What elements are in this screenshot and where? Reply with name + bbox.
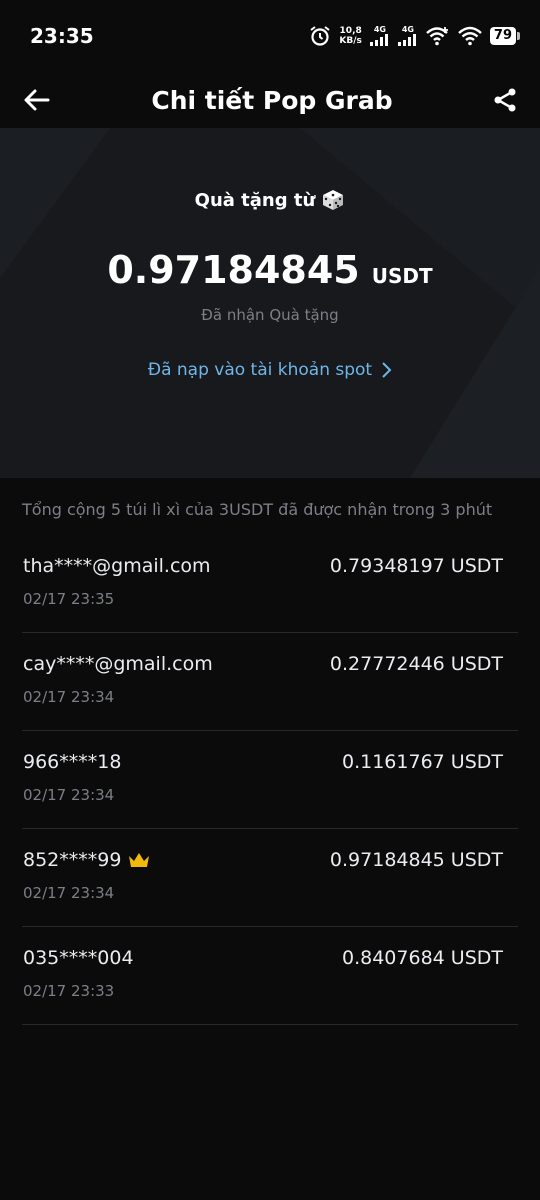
claimer-id: 035****004 bbox=[23, 947, 134, 969]
claimer-id: 852****99 bbox=[23, 849, 122, 871]
claimer-name: cay****@gmail.com bbox=[23, 653, 213, 675]
alarm-icon bbox=[310, 26, 331, 46]
claimer-id: 966****18 bbox=[23, 751, 122, 773]
claim-list: tha****@gmail.com 0.79348197 USDT 02/17 … bbox=[0, 519, 540, 1025]
claim-amount: 0.97184845 USDT bbox=[329, 849, 503, 871]
claimer-name: tha****@gmail.com bbox=[23, 555, 211, 577]
claimer-id: cay****@gmail.com bbox=[23, 653, 213, 675]
gift-from-label: Quà tặng từ bbox=[194, 189, 316, 211]
gift-amount: 0.97184845 bbox=[107, 248, 360, 292]
claimer-id: tha****@gmail.com bbox=[23, 555, 211, 577]
list-item: 852****99 0.97184845 USDT 02/17 23:34 bbox=[22, 829, 518, 927]
status-bar: 23:35 10,8 KB/s 4G 4G 79 bbox=[0, 0, 540, 72]
claim-summary: Tổng cộng 5 túi lì xì của 3USDT đã được … bbox=[22, 500, 493, 519]
signal-4g-2: 4G bbox=[397, 25, 418, 46]
signal-4g-1: 4G bbox=[369, 25, 390, 46]
spot-link-label: Đã nạp vào tài khoản spot bbox=[147, 360, 373, 380]
claim-amount: 0.27772446 USDT bbox=[329, 653, 503, 675]
back-arrow-icon[interactable] bbox=[22, 85, 52, 115]
claim-time: 02/17 23:34 bbox=[23, 786, 115, 804]
gift-summary-card: Quà tặng từ 0.97184845 USDT Đã nhận Quà … bbox=[0, 128, 540, 478]
spot-account-link[interactable]: Đã nạp vào tài khoản spot bbox=[148, 360, 392, 380]
list-item: tha****@gmail.com 0.79348197 USDT 02/17 … bbox=[22, 535, 518, 633]
signal-bars-icon bbox=[369, 34, 388, 46]
net-speed-unit: KB/s bbox=[339, 36, 362, 46]
chevron-right-icon bbox=[382, 362, 392, 378]
gift-amount-row: 0.97184845 USDT bbox=[0, 248, 540, 292]
claim-amount: 0.8407684 USDT bbox=[342, 947, 503, 969]
signal-label: 4G bbox=[373, 25, 386, 34]
wifi-plus-icon bbox=[426, 27, 448, 46]
status-icons: 10,8 KB/s 4G 4G 79 bbox=[309, 25, 521, 47]
network-speed: 10,8 KB/s bbox=[339, 26, 361, 46]
claimer-name: 966****18 bbox=[23, 751, 121, 773]
list-item: cay****@gmail.com 0.27772446 USDT 02/17 … bbox=[22, 633, 518, 731]
share-icon[interactable] bbox=[492, 87, 518, 113]
page-title: Chi tiết Pop Grab bbox=[151, 85, 393, 115]
wifi-icon bbox=[458, 26, 482, 46]
gift-from-line: Quà tặng từ bbox=[0, 128, 540, 212]
app-header: Chi tiết Pop Grab bbox=[0, 72, 540, 128]
list-item: 966****18 0.1161767 USDT 02/17 23:34 bbox=[22, 731, 518, 829]
claimer-name: 035****004 bbox=[23, 947, 134, 969]
gift-unit: USDT bbox=[371, 264, 433, 288]
status-time: 23:35 bbox=[30, 24, 94, 48]
battery-indicator: 79 bbox=[489, 27, 521, 45]
claim-time: 02/17 23:35 bbox=[23, 590, 115, 608]
claim-amount: 0.79348197 USDT bbox=[329, 555, 503, 577]
received-label: Đã nhận Quà tặng bbox=[201, 306, 339, 324]
list-item: 035****004 0.8407684 USDT 02/17 23:33 bbox=[22, 927, 518, 1025]
claim-amount: 0.1161767 USDT bbox=[342, 751, 503, 773]
net-speed-value: 10,8 bbox=[339, 26, 362, 36]
claimer-name: 852****99 bbox=[23, 849, 151, 871]
dice-icon bbox=[323, 190, 344, 210]
crown-icon bbox=[129, 853, 150, 867]
signal-bars-icon bbox=[397, 34, 416, 46]
claim-time: 02/17 23:34 bbox=[23, 884, 115, 902]
signal-label: 4G bbox=[401, 25, 414, 34]
claim-time: 02/17 23:34 bbox=[23, 688, 115, 706]
claim-time: 02/17 23:33 bbox=[23, 982, 115, 1000]
